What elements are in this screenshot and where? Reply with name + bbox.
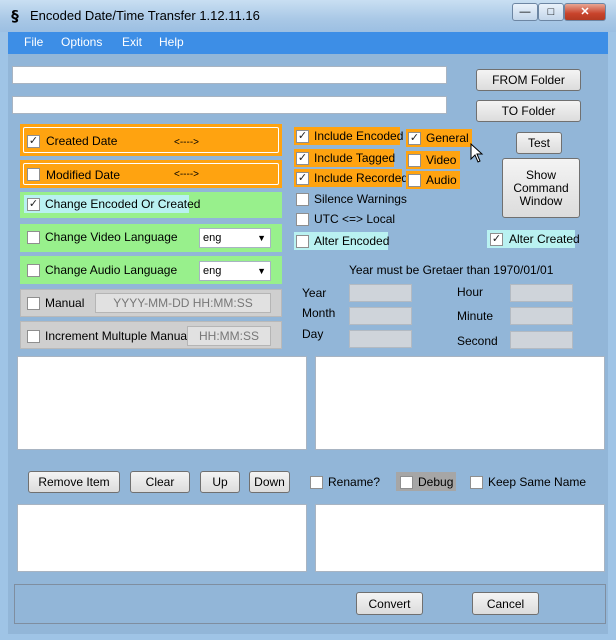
utc-local-label: UTC <=> Local [314,212,396,226]
include-tagged-label: Include Tagged [314,151,396,165]
alter-encoded-label: Alter Encoded [314,234,390,248]
created-date-label: Created Date [46,134,118,148]
include-recorded-label: Include Recorded [314,171,409,185]
include-tagged-checkbox[interactable]: ✓ [296,152,309,165]
change-encoded-checkbox[interactable]: ✓ [27,198,40,211]
video-label: Video [426,153,457,167]
month-label: Month [302,306,336,320]
clear-button[interactable]: Clear [130,471,190,493]
modified-date-label: Modified Date [46,168,121,182]
second-label: Second [457,334,498,348]
include-recorded-checkbox[interactable]: ✓ [296,172,309,185]
manual-checkbox[interactable] [27,297,40,310]
hour-input[interactable] [510,284,573,302]
include-encoded-label: Include Encoded [314,129,404,143]
day-label: Day [302,327,324,341]
to-folder-button[interactable]: TO Folder [476,100,581,122]
menu-help[interactable]: Help [159,35,184,49]
test-button[interactable]: Test [516,132,562,154]
audio-label: Audio [426,173,457,187]
minimize-button[interactable]: — [512,3,538,21]
menu-exit[interactable]: Exit [122,35,142,49]
minute-label: Minute [457,309,494,323]
general-label: General [426,131,469,145]
audio-language-label: Change Audio Language [45,263,178,277]
increment-label: Increment Multuple Manual [45,329,190,343]
remove-item-button[interactable]: Remove Item [28,471,120,493]
app-icon: § [11,7,19,25]
to-path-input[interactable] [12,96,447,114]
video-checkbox[interactable] [408,154,421,167]
target-file-list[interactable] [315,356,605,450]
down-button[interactable]: Down [249,471,290,493]
change-encoded-label: Change Encoded Or Created [45,197,201,211]
alter-created-label: Alter Created [509,232,580,246]
utc-local-checkbox[interactable] [296,213,309,226]
created-date-checkbox[interactable]: ✓ [27,135,40,148]
month-input[interactable] [349,307,412,325]
alter-created-checkbox[interactable]: ✓ [490,233,503,246]
year-input[interactable] [349,284,412,302]
modified-date-checkbox[interactable] [27,168,40,181]
year-label: Year [302,286,327,300]
debug-label: Debug [418,475,454,489]
convert-button[interactable]: Convert [356,592,423,615]
modified-date-arrow: <----> [174,169,199,180]
silence-warnings-label: Silence Warnings [314,192,407,206]
rename-label: Rename? [328,475,381,489]
menu-file[interactable]: File [24,35,43,49]
chevron-down-icon: ▼ [257,266,266,276]
increment-checkbox[interactable] [27,330,40,343]
silence-warnings-checkbox[interactable] [296,193,309,206]
log-panel-left[interactable] [17,504,307,572]
log-panel-right[interactable] [315,504,605,572]
audio-checkbox[interactable] [408,174,421,187]
include-encoded-checkbox[interactable]: ✓ [296,130,309,143]
general-checkbox[interactable]: ✓ [408,132,421,145]
video-language-select[interactable]: eng ▼ [199,228,271,248]
mouse-cursor-icon [470,143,484,163]
cancel-button[interactable]: Cancel [472,592,539,615]
menu-options[interactable]: Options [61,35,102,49]
keep-same-name-label: Keep Same Name [488,475,587,489]
video-language-value: eng [203,232,222,244]
maximize-button[interactable]: □ [538,3,564,21]
hour-label: Hour [457,285,484,299]
audio-language-select[interactable]: eng ▼ [199,261,271,281]
video-language-label: Change Video Language [45,230,178,244]
alter-encoded-checkbox[interactable] [296,235,309,248]
debug-checkbox[interactable] [400,476,413,489]
close-button[interactable]: ✕ [564,3,606,21]
second-input[interactable] [510,331,573,349]
video-language-checkbox[interactable] [27,231,40,244]
minute-input[interactable] [510,307,573,325]
keep-same-name-checkbox[interactable] [470,476,483,489]
rename-checkbox[interactable] [310,476,323,489]
audio-language-value: eng [203,265,222,277]
up-button[interactable]: Up [200,471,240,493]
manual-datetime-input[interactable]: YYYY-MM-DD HH:MM:SS [95,293,271,313]
increment-time-input[interactable]: HH:MM:SS [187,326,271,346]
from-folder-button[interactable]: FROM Folder [476,69,581,91]
day-input[interactable] [349,330,412,348]
chevron-down-icon: ▼ [257,233,266,243]
window-title: Encoded Date/Time Transfer 1.12.11.16 [30,8,260,23]
created-date-arrow: <----> [174,137,199,148]
manual-label: Manual [45,296,85,310]
show-command-window-button[interactable]: Show Command Window [502,158,580,218]
date-notice: Year must be Gretaer than 1970/01/01 [349,263,554,277]
from-path-input[interactable] [12,66,447,84]
source-file-list[interactable] [17,356,307,450]
audio-language-checkbox[interactable] [27,264,40,277]
